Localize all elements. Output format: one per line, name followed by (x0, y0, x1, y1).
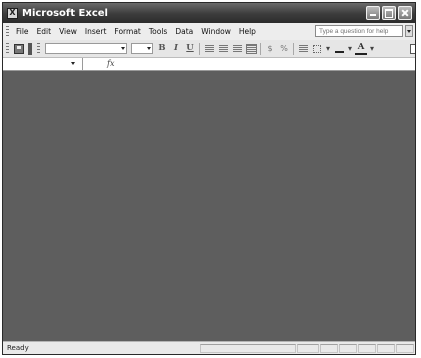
font-color-dropdown[interactable]: ▾ (369, 43, 375, 55)
chevron-down-icon (147, 47, 151, 50)
bold-button[interactable]: B (156, 43, 168, 55)
menu-tools[interactable]: Tools (145, 27, 171, 36)
toolbar-separator (199, 42, 200, 55)
indent-button[interactable] (297, 43, 309, 55)
window-controls (366, 6, 412, 20)
borders-dropdown[interactable]: ▾ (325, 43, 331, 55)
excel-window: X Microsoft Excel File Edit View Insert … (2, 2, 416, 355)
fill-color-dropdown[interactable]: ▾ (347, 43, 353, 55)
menu-data[interactable]: Data (171, 27, 197, 36)
empty-workspace (3, 71, 415, 342)
align-center-icon (218, 44, 228, 53)
status-panel (377, 343, 395, 353)
menu-file[interactable]: File (12, 27, 33, 36)
chevron-down-icon (121, 47, 125, 50)
font-size-combo[interactable] (131, 43, 153, 54)
status-text: Ready (7, 344, 29, 352)
align-left-button[interactable] (203, 43, 215, 55)
align-left-icon (204, 44, 214, 53)
toolbar-grip-icon[interactable] (6, 43, 9, 54)
currency-button[interactable]: $ (264, 43, 276, 55)
menu-window[interactable]: Window (197, 27, 235, 36)
indent-icon (298, 44, 308, 53)
name-box[interactable] (3, 58, 83, 70)
maximize-button[interactable] (382, 6, 396, 20)
toolbar-separator (260, 42, 261, 55)
borders-icon (313, 44, 321, 53)
fill-color-button[interactable] (333, 43, 345, 55)
status-panel (297, 343, 319, 353)
toolbar-overflow-icon[interactable] (410, 44, 415, 54)
italic-button[interactable]: I (170, 43, 182, 55)
borders-button[interactable] (311, 43, 323, 55)
underline-button[interactable]: U (184, 43, 196, 55)
merge-center-icon (245, 43, 257, 54)
close-button[interactable] (398, 6, 412, 20)
toolbar-grip-icon-2[interactable] (37, 43, 40, 54)
help-dropdown-button[interactable] (405, 25, 413, 37)
toolbar-separator (293, 42, 294, 55)
percent-button[interactable]: % (278, 43, 290, 55)
chevron-down-icon (71, 62, 75, 65)
align-center-button[interactable] (217, 43, 229, 55)
status-bar: Ready (3, 341, 415, 354)
align-right-icon (232, 44, 242, 53)
window-title: Microsoft Excel (22, 7, 108, 19)
title-bar[interactable]: X Microsoft Excel (3, 3, 415, 23)
toolbar-options-icon[interactable] (28, 42, 32, 55)
status-panel (358, 343, 376, 353)
font-name-combo[interactable] (45, 43, 127, 54)
insert-function-icon[interactable]: fx (107, 58, 114, 70)
status-panel (200, 343, 296, 353)
menu-edit[interactable]: Edit (33, 27, 56, 36)
menu-bar: File Edit View Insert Format Tools Data … (3, 23, 415, 41)
menu-help[interactable]: Help (235, 27, 260, 36)
fill-bucket-icon (334, 44, 344, 53)
font-color-button[interactable]: A (355, 43, 367, 55)
excel-app-icon[interactable]: X (7, 7, 18, 19)
align-right-button[interactable] (231, 43, 243, 55)
formatting-toolbar: B I U $ % ▾ ▾ A ▾ (3, 40, 415, 58)
status-panel (320, 343, 338, 353)
menu-grip-icon[interactable] (6, 26, 9, 37)
formula-bar: fx (3, 58, 415, 71)
help-search-input[interactable] (315, 25, 403, 37)
status-panel (339, 343, 357, 353)
menu-view[interactable]: View (55, 27, 81, 36)
save-icon (14, 43, 24, 54)
menu-insert[interactable]: Insert (81, 27, 111, 36)
minimize-button[interactable] (366, 6, 380, 20)
save-button[interactable] (13, 43, 25, 55)
status-panel (396, 343, 414, 353)
menu-format[interactable]: Format (110, 27, 144, 36)
merge-center-button[interactable] (245, 43, 257, 55)
